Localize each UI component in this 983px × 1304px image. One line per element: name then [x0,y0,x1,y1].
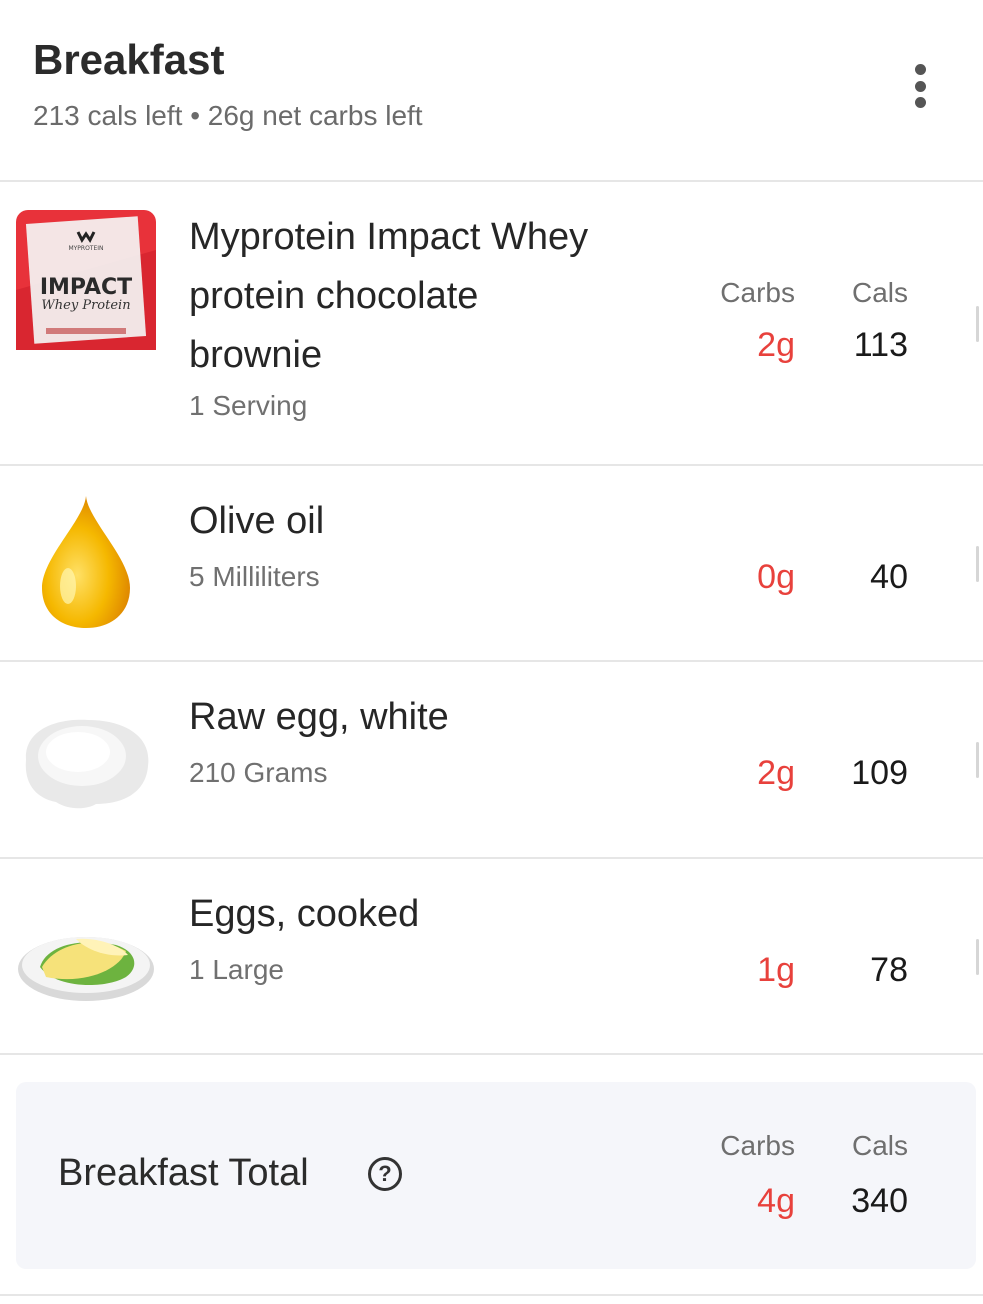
food-item-eggs-cooked[interactable]: Eggs, cooked 1 Large 1g 78 [0,859,983,1053]
food-cals-value: 78 [870,951,908,989]
myprotein-package-image: MYPROTEIN IMPACT Whey Protein [16,210,156,350]
food-item-myprotein[interactable]: MYPROTEIN IMPACT Whey Protein Myprotein … [0,182,983,465]
meal-total-label: Breakfast Total [58,1152,309,1194]
food-name: Myprotein Impact Whey [189,216,589,258]
food-cals-value: 113 [853,326,908,364]
meal-title: Breakfast [33,36,225,83]
more-options-button[interactable] [900,58,940,114]
food-item-olive-oil[interactable]: Olive oil 5 Milliliters 0g 40 [0,466,983,660]
food-quantity: 5 Milliliters [189,561,320,592]
food-name: Olive oil [189,500,325,542]
swipe-edge-indicator [976,939,979,975]
oil-drop-icon [16,490,156,630]
food-cals-value: 40 [870,558,908,596]
food-name: brownie [189,334,323,376]
food-carbs-value: 1g [757,951,795,989]
divider [0,1053,983,1055]
carbs-column-label: Carbs [720,277,795,308]
food-name: protein chocolate [189,275,479,317]
omelette-plate-icon [16,887,156,1027]
total-carbs-value: 4g [757,1182,795,1220]
food-name: Eggs, cooked [189,893,420,935]
total-cals-value: 340 [851,1182,908,1220]
food-quantity: 210 Grams [189,757,328,788]
swipe-edge-indicator [976,306,979,342]
food-carbs-value: 0g [757,558,795,596]
meal-total-panel: Breakfast Total ? Carbs Cals 4g 340 [16,1082,976,1269]
food-carbs-value: 2g [757,754,795,792]
food-quantity: 1 Serving [189,390,308,421]
food-quantity: 1 Large [189,954,284,985]
help-icon[interactable]: ? [368,1157,402,1191]
food-cals-value: 109 [851,754,908,792]
meal-header: Breakfast 213 cals left • 26g net carbs … [0,0,983,181]
divider [0,1294,983,1296]
food-item-raw-egg-white[interactable]: Raw egg, white 210 Grams 2g 109 [0,662,983,857]
more-options-icon-dot [914,97,926,108]
food-carbs-value: 2g [757,326,795,364]
meal-remaining-summary: 213 cals left • 26g net carbs left [33,100,423,131]
package-subtitle-text: Whey Protein [41,298,130,313]
cals-column-label: Cals [851,277,908,308]
more-options-icon [914,64,926,75]
egg-white-icon [16,690,156,830]
swipe-edge-indicator [976,546,979,582]
cals-column-label: Cals [851,1130,908,1161]
package-title-text: IMPACT [40,275,132,300]
more-options-icon-dot [914,80,926,92]
swipe-edge-indicator [976,742,979,778]
package-brand-text: MYPROTEIN [68,245,103,252]
food-name: Raw egg, white [189,696,449,738]
carbs-column-label: Carbs [720,1130,795,1161]
